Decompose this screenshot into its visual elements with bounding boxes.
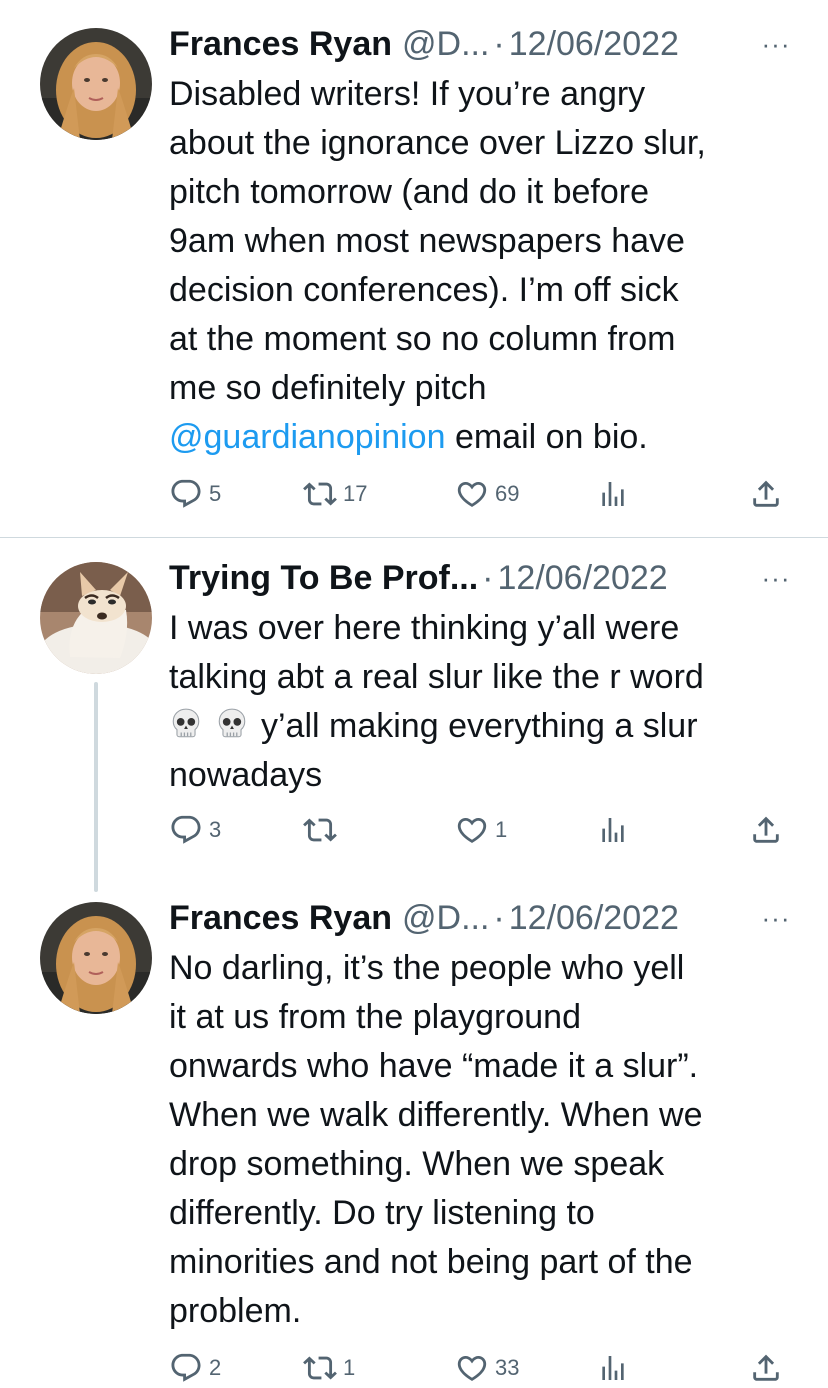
retweet-button[interactable]: [303, 810, 343, 850]
like-count: 1: [495, 817, 508, 842]
text-line: 9am when most newspapers have: [169, 222, 685, 260]
text-line: I was over here thinking y’all were: [169, 609, 680, 647]
avatar[interactable]: [40, 28, 152, 140]
tweet-text: Disabled writers! If you’re angry about …: [169, 70, 809, 462]
retweet-icon: [303, 477, 337, 511]
text-line: When we walk differently. When we: [169, 1096, 703, 1134]
like-count: 69: [495, 481, 520, 506]
separator-dot: ·: [482, 559, 494, 597]
thread-connector: [94, 682, 98, 892]
skull-emoji: [169, 707, 203, 741]
views-button[interactable]: [597, 810, 629, 850]
retweet-count: 1: [343, 1355, 356, 1380]
action-bar: 2 1 33: [169, 1348, 789, 1388]
mention-link[interactable]: @guardianopinion: [169, 418, 446, 456]
text-line: about the ignorance over Lizzo slur,: [169, 124, 706, 162]
tweet-date[interactable]: 12/06/2022: [509, 894, 679, 942]
text-line: drop something. When we speak: [169, 1145, 665, 1183]
separator-dot: ·: [493, 899, 505, 937]
text-line: No darling, it’s the people who yell: [169, 949, 685, 987]
tweet-date[interactable]: 12/06/2022: [498, 554, 668, 602]
views-icon: [597, 814, 629, 846]
share-button[interactable]: [749, 1348, 783, 1388]
reply-icon: [169, 813, 203, 847]
views-icon: [597, 478, 629, 510]
like-icon: [455, 477, 489, 511]
text-line: talking abt a real slur like the r word: [169, 658, 704, 696]
text-line: y’all making everything a slur: [169, 702, 809, 751]
text-fragment: y’all making everything a slur: [261, 707, 698, 745]
tweet-divider: [0, 537, 828, 538]
reply-count: 2: [209, 1355, 222, 1380]
reply-button[interactable]: 2: [169, 1348, 221, 1388]
text-line: differently. Do try listening to: [169, 1194, 595, 1232]
share-button[interactable]: [749, 474, 783, 514]
text-line: me so definitely pitch: [169, 369, 487, 407]
text-fragment: email on bio.: [445, 418, 648, 456]
views-icon: [597, 1352, 629, 1384]
text-line: onwards who have “made it a slur”.: [169, 1047, 699, 1085]
like-icon: [455, 813, 489, 847]
skull-emoji: [215, 707, 249, 741]
action-bar: 3 1: [169, 810, 789, 850]
views-button[interactable]: [597, 474, 629, 514]
text-line: it at us from the playground: [169, 998, 582, 1036]
retweet-button[interactable]: 17: [303, 474, 367, 514]
user-handle[interactable]: @D...: [402, 894, 489, 942]
reply-count: 3: [209, 817, 222, 842]
share-icon: [749, 813, 783, 847]
tweet-text: No darling, it’s the people who yell it …: [169, 944, 809, 1336]
retweet-button[interactable]: 1: [303, 1348, 355, 1388]
tweet-header: Frances Ryan @D... · 12/06/2022 ···: [169, 20, 798, 68]
retweet-icon: [303, 813, 337, 847]
tweet-text: I was over here thinking y’all were talk…: [169, 604, 809, 800]
like-button[interactable]: 69: [455, 474, 519, 514]
separator-dot: ·: [493, 25, 505, 63]
retweet-count: 17: [343, 481, 368, 506]
display-name[interactable]: Frances Ryan: [169, 20, 392, 68]
like-count: 33: [495, 1355, 520, 1380]
display-name[interactable]: Frances Ryan: [169, 894, 392, 942]
tweet-header: Frances Ryan @D... · 12/06/2022 ···: [169, 894, 798, 942]
text-line: nowadays: [169, 756, 323, 794]
tweet-date[interactable]: 12/06/2022: [509, 20, 679, 68]
like-button[interactable]: 33: [455, 1348, 519, 1388]
tweet-header: Trying To Be Prof... · 12/06/2022 ···: [169, 554, 798, 602]
text-line: at the moment so no column from: [169, 320, 676, 358]
reply-count: 5: [209, 481, 222, 506]
text-line: problem.: [169, 1292, 302, 1330]
reply-button[interactable]: 3: [169, 810, 221, 850]
reply-button[interactable]: 5: [169, 474, 221, 514]
share-button[interactable]: [749, 810, 783, 850]
user-handle[interactable]: @D...: [402, 20, 489, 68]
views-button[interactable]: [597, 1348, 629, 1388]
action-bar: 5 17 69: [169, 474, 789, 514]
text-line: Disabled writers! If you’re angry: [169, 75, 646, 113]
text-line: decision conferences). I’m off sick: [169, 271, 679, 309]
share-icon: [749, 477, 783, 511]
text-line: minorities and not being part of the: [169, 1243, 693, 1281]
more-icon[interactable]: ···: [754, 554, 798, 602]
display-name[interactable]: Trying To Be Prof...: [169, 554, 478, 602]
avatar[interactable]: [40, 902, 152, 1014]
text-line: pitch tomorrow (and do it before: [169, 173, 650, 211]
reply-icon: [169, 477, 203, 511]
like-button[interactable]: 1: [455, 810, 507, 850]
text-line: @guardianopinion email on bio.: [169, 413, 809, 462]
more-icon[interactable]: ···: [754, 894, 798, 942]
avatar[interactable]: [40, 562, 152, 674]
more-icon[interactable]: ···: [754, 20, 798, 68]
